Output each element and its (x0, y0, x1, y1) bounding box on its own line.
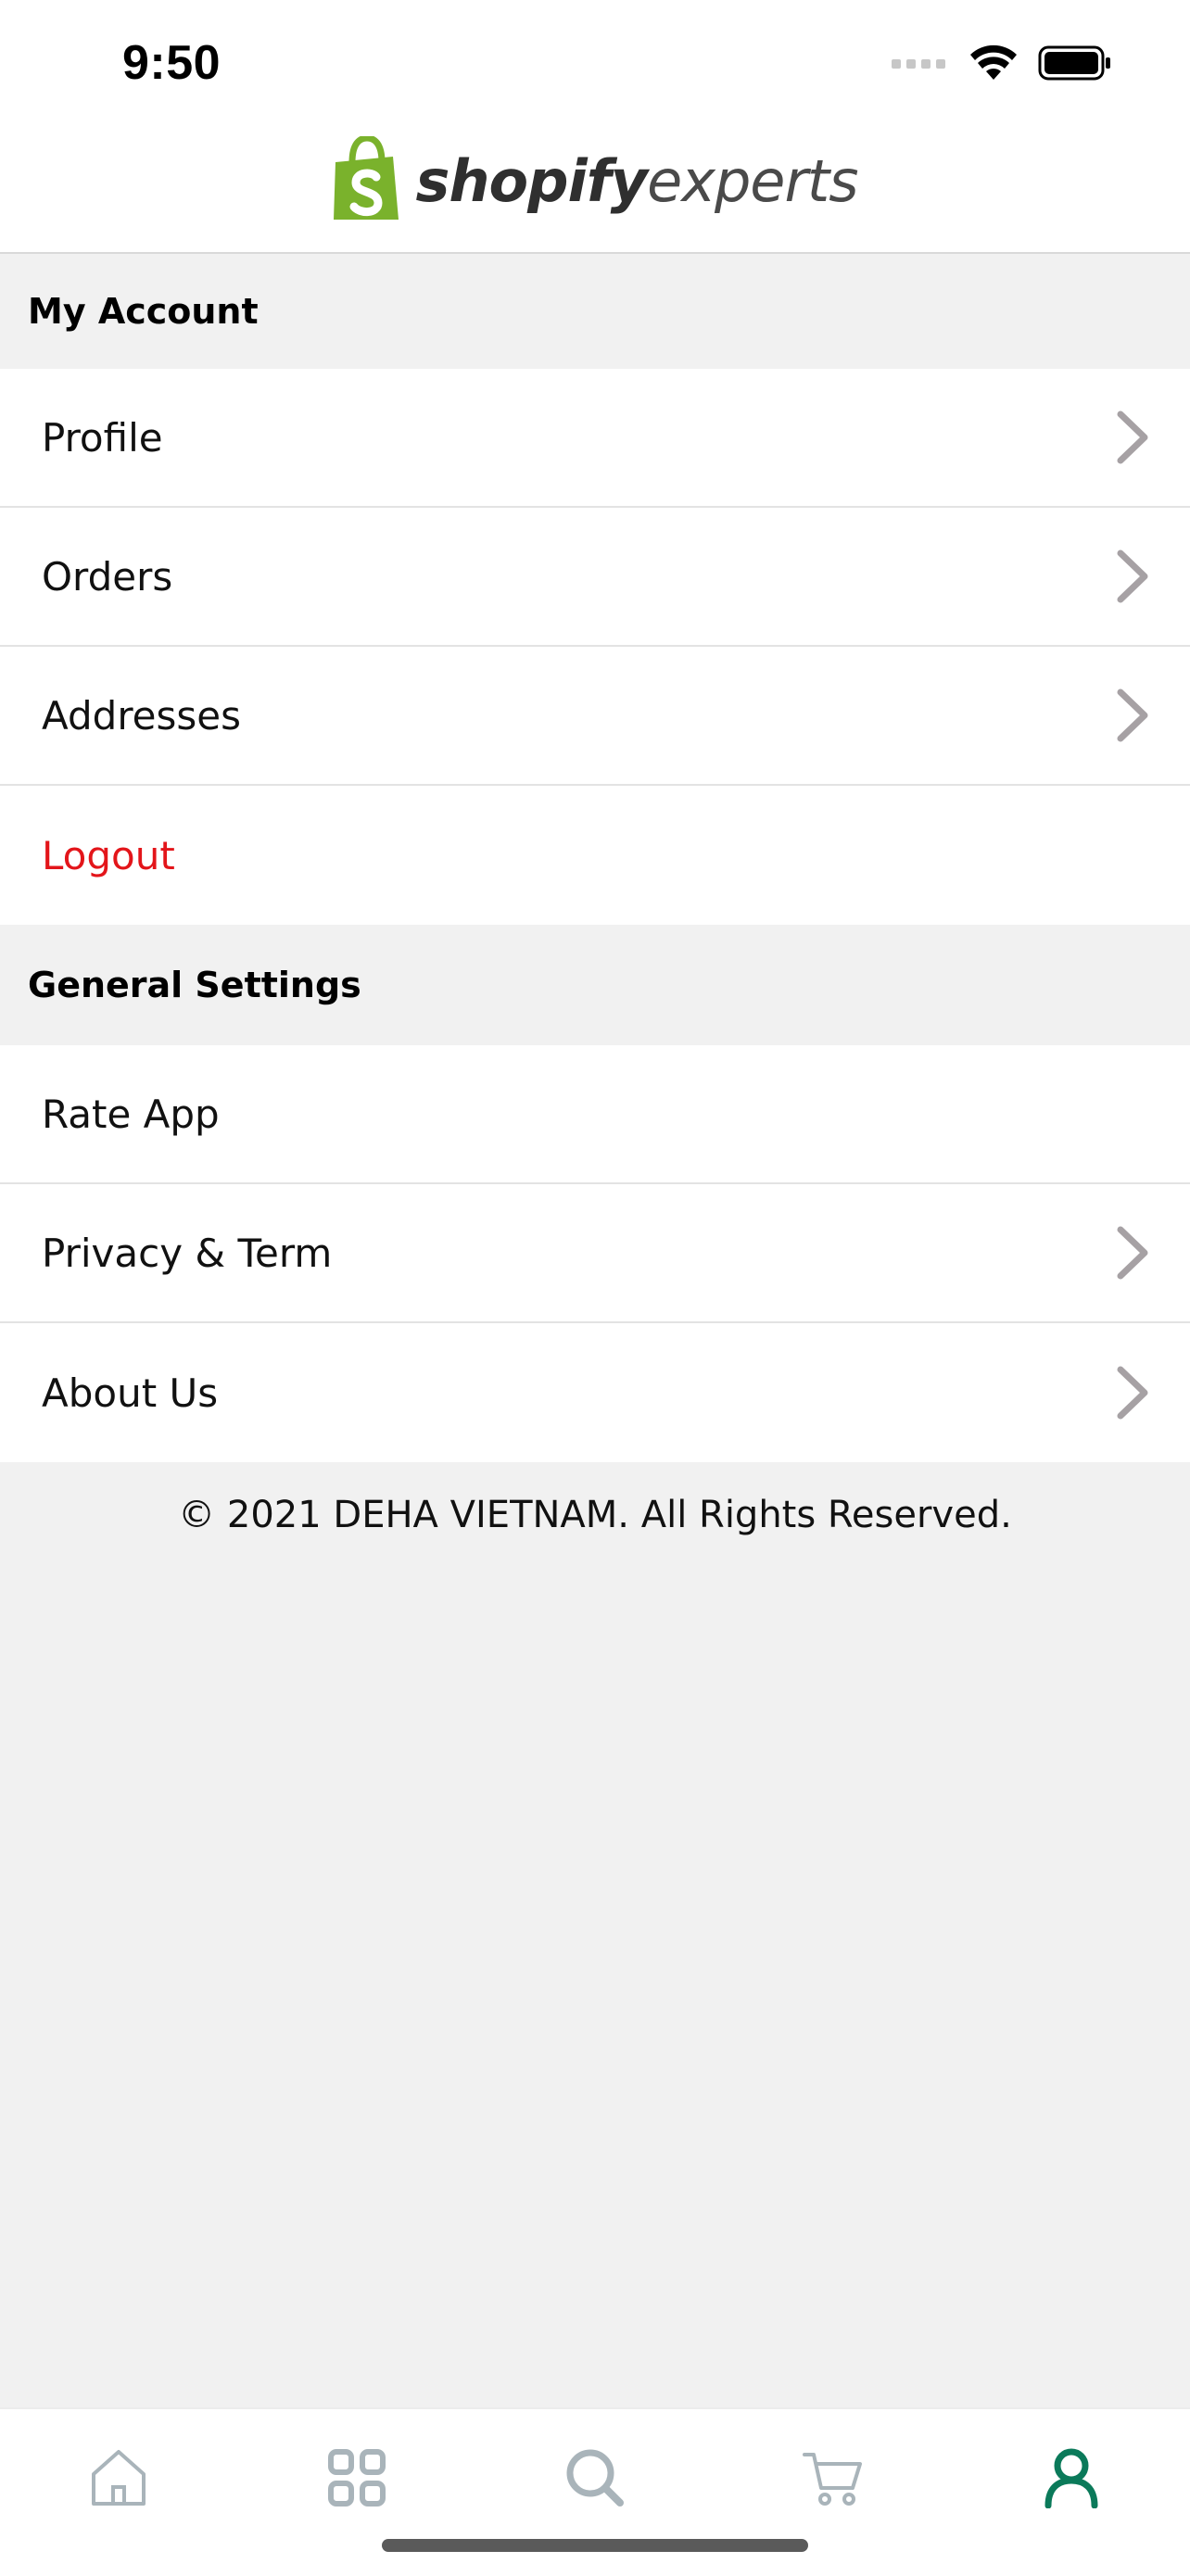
menu-item-addresses[interactable]: Addresses (0, 647, 1190, 786)
menu-item-rate-app[interactable]: Rate App (0, 1045, 1190, 1184)
chevron-right-icon (1114, 1225, 1151, 1281)
settings-content: My Account Profile Orders Addresses Logo… (0, 254, 1190, 1536)
search-icon (564, 2447, 626, 2512)
home-icon (90, 2448, 147, 2511)
home-indicator[interactable] (382, 2539, 808, 2552)
wifi-icon (969, 44, 1018, 85)
chevron-right-icon (1114, 688, 1151, 743)
tab-account[interactable] (1034, 2443, 1108, 2517)
cart-icon (803, 2449, 864, 2510)
menu-item-privacy-term[interactable]: Privacy & Term (0, 1184, 1190, 1323)
chevron-right-icon (1114, 549, 1151, 604)
section-title-general-settings: General Settings (0, 925, 1190, 1045)
tab-search[interactable] (558, 2443, 632, 2517)
copyright-text: © 2021 DEHA VIETNAM. All Rights Reserved… (178, 1494, 1012, 1536)
account-icon (1044, 2447, 1099, 2512)
tab-categories[interactable] (320, 2443, 394, 2517)
menu-item-label: Profile (42, 414, 163, 461)
menu-item-label: Logout (42, 832, 175, 878)
categories-icon (327, 2448, 386, 2511)
status-bar: 9:50 (0, 0, 1190, 120)
menu-item-about-us[interactable]: About Us (0, 1323, 1190, 1462)
status-time: 9:50 (122, 36, 222, 90)
section-title-my-account: My Account (0, 254, 1190, 369)
shopify-experts-logo[interactable]: shopifyexperts (332, 134, 859, 225)
menu-item-logout[interactable]: Logout (0, 786, 1190, 925)
logo-bold-text: shopify (415, 146, 648, 215)
menu-item-orders[interactable]: Orders (0, 508, 1190, 647)
tab-cart[interactable] (796, 2443, 870, 2517)
status-icons (892, 44, 1112, 85)
logo-wordmark: shopifyexperts (415, 146, 858, 215)
logo-light-text: experts (647, 146, 858, 215)
menu-item-profile[interactable]: Profile (0, 369, 1190, 508)
chevron-right-icon (1114, 410, 1151, 465)
app-header: shopifyexperts (0, 120, 1190, 254)
shopping-bag-icon (332, 134, 402, 225)
menu-item-label: About Us (42, 1370, 219, 1416)
signal-icon (892, 56, 949, 74)
chevron-right-icon (1114, 1365, 1151, 1421)
menu-item-label: Orders (42, 553, 173, 600)
battery-icon (1038, 44, 1112, 85)
menu-item-label: Addresses (42, 692, 241, 739)
tab-home[interactable] (82, 2443, 156, 2517)
menu-item-label: Privacy & Term (42, 1230, 333, 1276)
menu-item-label: Rate App (42, 1091, 220, 1137)
